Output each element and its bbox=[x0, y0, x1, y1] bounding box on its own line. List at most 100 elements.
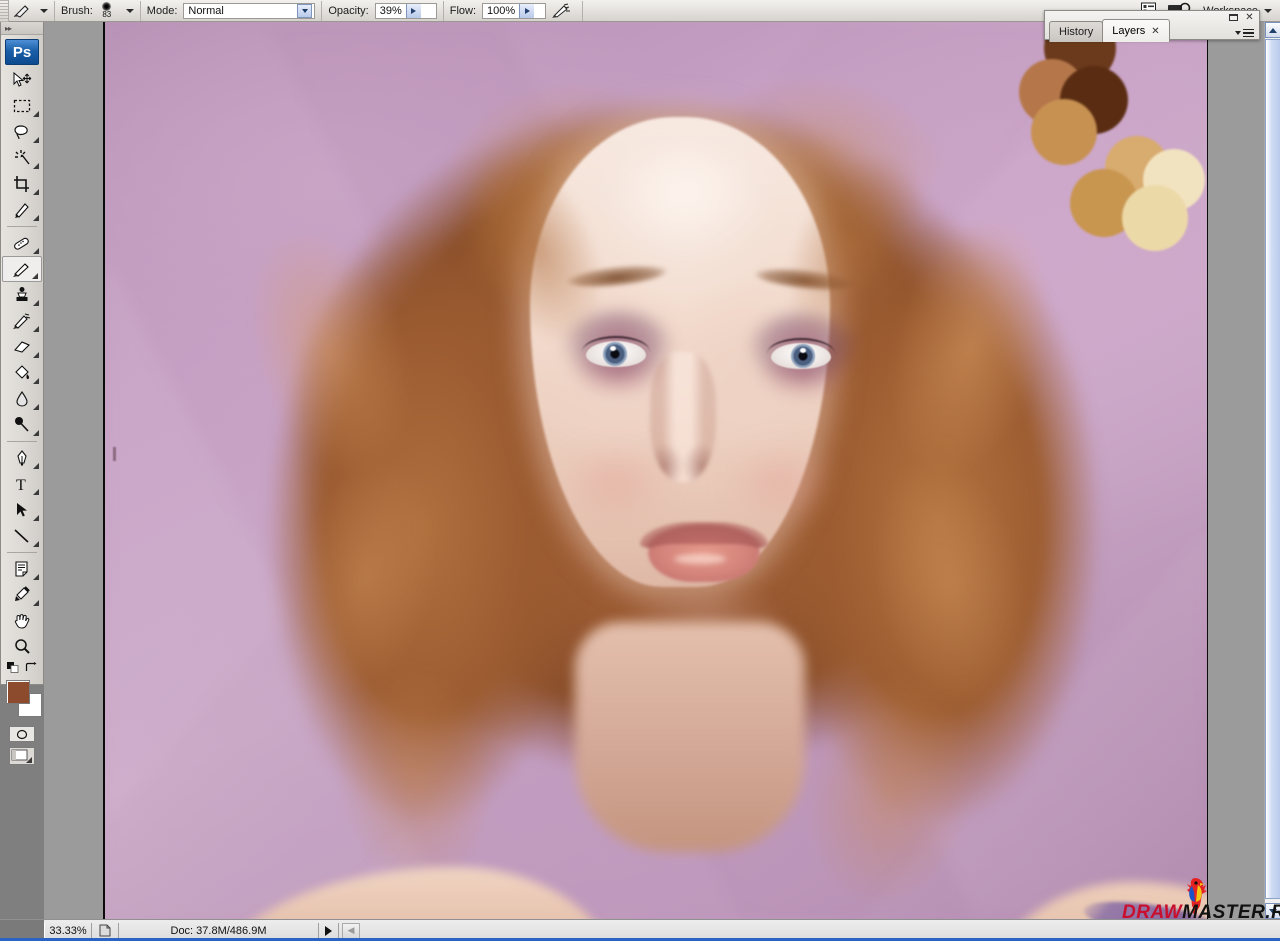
quick-mask-button[interactable] bbox=[9, 726, 35, 742]
divider bbox=[140, 1, 141, 21]
clone-stamp-tool[interactable] bbox=[2, 282, 42, 308]
mode-label: Mode: bbox=[147, 5, 178, 17]
default-colors-button[interactable] bbox=[7, 662, 19, 673]
panel-menu-button[interactable] bbox=[1235, 29, 1254, 38]
opacity-field[interactable]: 39% bbox=[375, 3, 437, 19]
scroll-up-button[interactable] bbox=[1265, 22, 1280, 38]
panel-tab-strip: History Layers ✕ bbox=[1049, 19, 1169, 42]
document-window bbox=[44, 22, 1280, 919]
airbrush-icon bbox=[550, 3, 572, 19]
double-arrow-icon: ▸▸ bbox=[5, 24, 11, 33]
flyout-indicator-icon bbox=[33, 541, 39, 547]
canvas-frame bbox=[103, 22, 1208, 919]
panel-window-buttons: ✕ bbox=[1228, 12, 1255, 23]
scrollbar-thumb[interactable] bbox=[1265, 39, 1280, 899]
divider bbox=[54, 1, 55, 21]
blur-tool[interactable] bbox=[2, 386, 42, 412]
opacity-slider-arrow-icon[interactable] bbox=[406, 4, 421, 18]
notes-tool[interactable] bbox=[2, 556, 42, 582]
rectangular-marquee-tool[interactable] bbox=[2, 93, 42, 119]
pen-tool[interactable] bbox=[2, 445, 42, 471]
watermark-text: DRAWMASTER.RU bbox=[1122, 902, 1280, 924]
brush-tool[interactable] bbox=[2, 256, 42, 282]
move-tool[interactable] bbox=[2, 67, 42, 93]
marquee-icon bbox=[12, 98, 32, 114]
swap-colors-button[interactable] bbox=[25, 662, 37, 673]
paint-bucket-tool[interactable] bbox=[2, 360, 42, 386]
blend-mode-select[interactable]: Normal bbox=[183, 3, 315, 19]
lip-highlight bbox=[674, 554, 726, 564]
tab-close-icon[interactable]: ✕ bbox=[1151, 26, 1159, 37]
screen-mode-button[interactable] bbox=[9, 747, 35, 765]
history-brush-tool[interactable] bbox=[2, 308, 42, 334]
blur-drop-icon bbox=[13, 390, 31, 408]
minimize-button[interactable] bbox=[1228, 12, 1239, 23]
flyout-indicator-icon bbox=[33, 300, 39, 306]
flyout-indicator-icon bbox=[33, 215, 39, 221]
site-watermark: DRAWMASTER.RU bbox=[1122, 880, 1272, 926]
flyout-indicator-icon bbox=[32, 273, 38, 279]
path-selection-tool[interactable] bbox=[2, 497, 42, 523]
watermark-part3: .RU bbox=[1265, 902, 1280, 923]
healing-brush-icon bbox=[11, 234, 33, 252]
brush-preset-chevron-icon[interactable] bbox=[126, 9, 134, 13]
canvas-vertical-scrollbar[interactable] bbox=[1264, 22, 1280, 919]
zoom-icon bbox=[13, 638, 31, 656]
cheek-right bbox=[725, 442, 835, 522]
opacity-value: 39% bbox=[376, 5, 406, 17]
lasso-tool[interactable] bbox=[2, 119, 42, 145]
scroll-left-button[interactable]: ◀ bbox=[339, 923, 363, 939]
flow-slider-arrow-icon[interactable] bbox=[519, 4, 534, 18]
scroll-up-icon bbox=[1269, 28, 1277, 33]
status-arrow-button[interactable] bbox=[319, 923, 339, 939]
image-canvas[interactable] bbox=[105, 22, 1207, 919]
color-shortcut-row bbox=[1, 660, 43, 674]
dodge-icon bbox=[12, 416, 32, 434]
tab-layers[interactable]: Layers ✕ bbox=[1102, 19, 1169, 42]
foreground-color-swatch[interactable] bbox=[6, 680, 30, 704]
healing-brush-tool[interactable] bbox=[2, 230, 42, 256]
airbrush-toggle[interactable] bbox=[546, 3, 576, 19]
flyout-indicator-icon bbox=[26, 757, 32, 763]
options-bar-grip[interactable] bbox=[0, 0, 9, 22]
toolbox-divider bbox=[7, 552, 37, 553]
flow-field[interactable]: 100% bbox=[482, 3, 546, 19]
toolbox-collapse-bar[interactable]: ▸▸ bbox=[1, 22, 43, 35]
tool-preset-chevron-icon[interactable] bbox=[40, 9, 48, 13]
eyedropper-tool[interactable] bbox=[2, 582, 42, 608]
close-button[interactable]: ✕ bbox=[1244, 12, 1255, 23]
zoom-tool[interactable] bbox=[2, 634, 42, 660]
divider bbox=[582, 1, 583, 21]
current-tool-icon[interactable] bbox=[9, 1, 35, 21]
magic-wand-tool[interactable] bbox=[2, 145, 42, 171]
chevron-down-icon[interactable] bbox=[297, 4, 312, 18]
dodge-tool[interactable] bbox=[2, 412, 42, 438]
slice-tool[interactable] bbox=[2, 197, 42, 223]
opacity-label: Opacity: bbox=[328, 5, 368, 17]
flyout-indicator-icon bbox=[33, 111, 39, 117]
brush-preset-picker[interactable]: 83 bbox=[93, 1, 121, 21]
hand-tool[interactable] bbox=[2, 608, 42, 634]
divider bbox=[321, 1, 322, 21]
flyout-indicator-icon bbox=[33, 489, 39, 495]
scroll-left-icon: ◀ bbox=[342, 923, 360, 939]
photoshop-logo: Ps bbox=[5, 39, 39, 65]
flyout-indicator-icon bbox=[33, 352, 39, 358]
brush-size-value: 83 bbox=[102, 11, 111, 19]
crop-tool[interactable] bbox=[2, 171, 42, 197]
type-tool[interactable]: T bbox=[2, 471, 42, 497]
paint-bucket-icon bbox=[12, 364, 32, 382]
flyout-indicator-icon bbox=[33, 463, 39, 469]
crop-icon bbox=[12, 175, 32, 193]
close-icon: ✕ bbox=[1245, 12, 1253, 23]
flyout-indicator-icon bbox=[33, 515, 39, 521]
eraser-tool[interactable] bbox=[2, 334, 42, 360]
tab-layers-label: Layers bbox=[1112, 25, 1145, 37]
tab-history[interactable]: History bbox=[1049, 21, 1103, 42]
brush-label: Brush: bbox=[61, 5, 93, 17]
zoom-level-field[interactable]: 33.33% bbox=[44, 923, 92, 939]
flow-label: Flow: bbox=[450, 5, 476, 17]
flow-value: 100% bbox=[483, 5, 519, 17]
line-tool[interactable] bbox=[2, 523, 42, 549]
move-icon bbox=[11, 71, 33, 89]
